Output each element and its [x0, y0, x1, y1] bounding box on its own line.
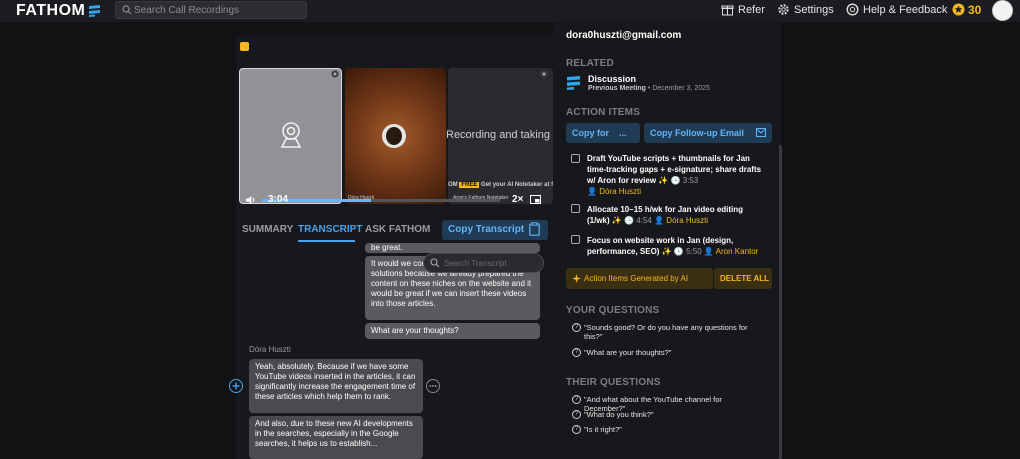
sparkle-icon [572, 274, 581, 283]
sidebar-scrollbar[interactable] [779, 145, 782, 459]
related-meeting-title[interactable]: Discussion [588, 74, 636, 84]
their-questions-heading: THEIR QUESTIONS [566, 377, 661, 388]
ai-generated-notice: Action Items Generated by AI [566, 268, 713, 289]
coin-star-icon [952, 3, 965, 16]
copy-follow-up-email-button[interactable]: Copy Follow-up Email [644, 123, 772, 143]
user-email: dora0huszti@gmail.com [566, 30, 682, 41]
action-item[interactable]: Focus on website work in Jan (design, pe… [587, 235, 767, 257]
participant-avatar-photo [386, 127, 402, 145]
tab-summary[interactable]: SUMMARY [242, 224, 293, 235]
transcript-search-input[interactable] [444, 257, 539, 269]
copy-for-label: Copy for ... [572, 128, 627, 138]
add-highlight-icon[interactable] [229, 379, 243, 393]
copy-for-button[interactable]: Copy for ... [566, 123, 640, 143]
action-item[interactable]: Allocate 10–15 h/wk for Jan video editin… [587, 204, 767, 226]
delete-all-label: DELETE ALL [720, 274, 770, 283]
recording-badge-icon [240, 42, 249, 51]
question-icon: ? [572, 410, 581, 419]
webcam-icon [280, 122, 302, 148]
related-meeting-meta: Previous Meeting • December 3, 2025 [588, 85, 710, 92]
copy-transcript-label: Copy Transcript [448, 224, 525, 235]
action-item-checkbox[interactable] [571, 154, 580, 163]
lifebuoy-icon [846, 3, 859, 16]
copy-transcript-button[interactable]: Copy Transcript [442, 220, 548, 240]
gear-icon [778, 4, 789, 15]
tile-indicator-icon [331, 70, 339, 78]
transcript-bubble: And also, due to these new AI developmen… [249, 416, 423, 459]
search-input[interactable] [134, 3, 304, 17]
active-tab-indicator [298, 240, 355, 242]
transcript-search[interactable] [423, 253, 544, 273]
playback-time: 3:04 [268, 194, 289, 205]
question-icon: ? [572, 323, 581, 332]
copy-follow-up-label: Copy Follow-up Email [650, 128, 744, 138]
question-item: ? "What are your thoughts?" [572, 348, 762, 358]
question-item: ? "Sounds good? Or do you have any questi… [572, 323, 762, 343]
tile-indicator-icon [540, 70, 548, 78]
transcript-bubble: Yeah, absolutely. Because if we have som… [249, 359, 423, 413]
credits-count: 30 [968, 3, 982, 17]
volume-icon[interactable] [245, 195, 257, 205]
action-items-heading: ACTION ITEMS [566, 107, 641, 118]
settings-label: Settings [794, 4, 834, 16]
related-heading: RELATED [566, 58, 614, 69]
question-icon: ? [572, 395, 581, 404]
search-icon [122, 5, 132, 15]
search-recordings[interactable] [115, 1, 307, 19]
your-questions-heading: YOUR QUESTIONS [566, 305, 660, 316]
clipboard-icon [529, 222, 540, 236]
refer-label: Refer [738, 4, 765, 16]
picture-in-picture-icon[interactable] [530, 195, 541, 204]
action-item[interactable]: Draft YouTube scripts + thumbnails for J… [587, 153, 767, 197]
question-item: ? "What do you think?" [572, 410, 762, 420]
transcript-bubble: be great. [365, 243, 540, 253]
fathom-logo-text[interactable]: FATHOM [16, 2, 85, 20]
search-icon [430, 258, 440, 268]
question-icon: ? [572, 348, 581, 357]
tab-ask-fathom[interactable]: ASK FATHOM [365, 224, 430, 235]
action-item-checkbox[interactable] [571, 204, 580, 213]
speaker-name: Dóra Huszti [249, 345, 291, 354]
fathom-logo-icon [89, 5, 100, 17]
transcript-bubble: What are your thoughts? [365, 323, 540, 339]
user-avatar[interactable] [992, 0, 1013, 21]
fathom-meeting-icon [567, 76, 580, 90]
delete-all-button[interactable]: DELETE ALL [714, 268, 772, 289]
email-icon [756, 128, 766, 137]
question-item: ? "And what about the YouTube channel for… [572, 395, 762, 413]
action-item-checkbox[interactable] [571, 235, 580, 244]
ai-generated-label: Action Items Generated by AI [584, 274, 689, 283]
playback-speed[interactable]: 2× [512, 194, 523, 205]
screen-share-caption: Recording and taking notes [446, 129, 553, 141]
help-label: Help & Feedback [863, 4, 948, 16]
more-options-icon[interactable] [426, 379, 440, 393]
question-icon: ? [572, 425, 581, 434]
gift-icon [721, 5, 734, 16]
question-item: ? "Is it right?" [572, 425, 762, 435]
tab-transcript[interactable]: TRANSCRIPT [298, 224, 362, 235]
